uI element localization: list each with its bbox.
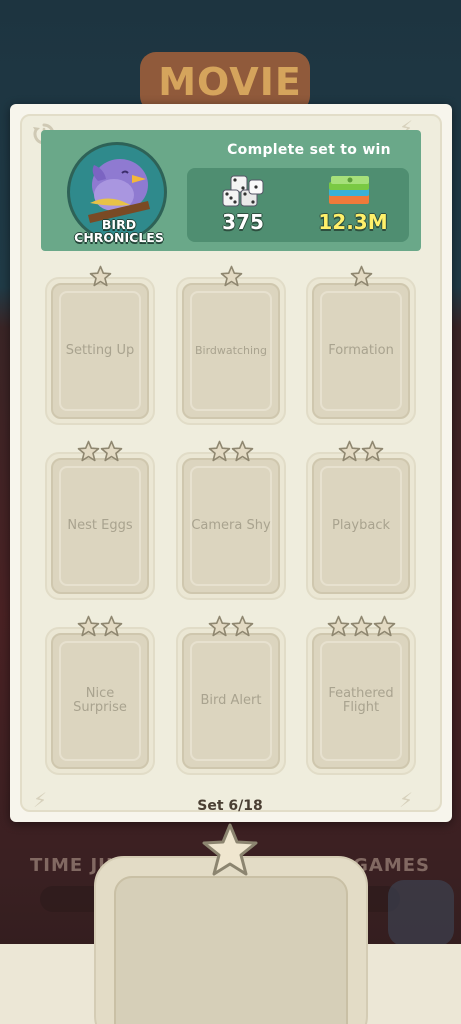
corner-ornament-icon: ⚡ (32, 788, 48, 812)
card-star-rating (45, 265, 155, 289)
star-icon (373, 615, 395, 637)
card-star-rating (306, 265, 416, 289)
reward-box: 375 12.3M (187, 168, 409, 242)
cash-reward-value: 12.3M (318, 210, 388, 234)
card-star-rating (176, 265, 286, 289)
star-icon (338, 440, 361, 462)
card-slot[interactable]: Nice Surprise (45, 615, 155, 775)
card-name: Setting Up (65, 343, 135, 358)
card-placeholder: Playback (312, 458, 410, 594)
card-name: Feathered Flight (328, 686, 394, 715)
star-icon (220, 265, 242, 287)
card-star-rating (45, 440, 155, 464)
album-name-line2: CHRONICLES (74, 230, 164, 245)
background-cube-icon (388, 880, 454, 946)
star-icon (89, 265, 111, 287)
card-slot[interactable]: Birdwatching (176, 265, 286, 425)
set-header: BIRD CHRONICLES Complete set to win 375 … (41, 130, 421, 251)
card-placeholder: Setting Up (51, 283, 149, 419)
card-name: Formation (328, 343, 394, 358)
star-icon (231, 440, 254, 462)
card-placeholder: Formation (312, 283, 410, 419)
dice-icon (222, 175, 264, 207)
set-progress-label: Set 6/18 (197, 798, 263, 814)
card-star-rating (176, 440, 286, 464)
star-icon (208, 440, 231, 462)
card-placeholder: Camera Shy (182, 458, 280, 594)
dice-reward-value: 375 (222, 210, 264, 234)
card-placeholder: Bird Alert (182, 633, 280, 769)
star-icon (350, 615, 372, 637)
star-icon (77, 615, 100, 637)
star-icon (361, 440, 384, 462)
card-name: Playback (331, 518, 390, 533)
star-icon (100, 440, 123, 462)
star-icon (208, 615, 231, 637)
card-slot[interactable]: Bird Alert (176, 615, 286, 775)
card-placeholder: Feathered Flight (312, 633, 410, 769)
album-name: BIRD CHRONICLES (67, 218, 171, 244)
card-placeholder: Nice Surprise (51, 633, 149, 769)
card-name: Camera Shy (191, 518, 271, 533)
card-slot[interactable]: Feathered Flight (306, 615, 416, 775)
star-icon (100, 615, 123, 637)
star-icon (202, 823, 258, 876)
star-icon (231, 615, 254, 637)
header-title: Complete set to win (227, 142, 391, 158)
card-star-rating (45, 615, 155, 639)
corner-ornament-icon: ⚡ (398, 788, 414, 812)
next-card-preview[interactable] (94, 856, 368, 1024)
card-star-rating (306, 440, 416, 464)
card-slot[interactable]: Camera Shy (176, 440, 286, 600)
cash-stack-icon (329, 176, 369, 204)
card-name: Nice Surprise (73, 686, 127, 715)
card-placeholder: Birdwatching (182, 283, 280, 419)
next-card-inner (114, 876, 348, 1024)
star-icon (327, 615, 349, 637)
card-name: Nest Eggs (67, 518, 133, 533)
star-icon (77, 440, 100, 462)
card-name: Birdwatching (195, 344, 267, 357)
card-slot[interactable]: Setting Up (45, 265, 155, 425)
card-slot[interactable]: Nest Eggs (45, 440, 155, 600)
card-slot[interactable]: Playback (306, 440, 416, 600)
card-star-rating (306, 615, 416, 639)
background-movie-title: MOVIE (158, 60, 302, 104)
card-placeholder: Nest Eggs (51, 458, 149, 594)
card-star-rating (176, 615, 286, 639)
card-name: Bird Alert (200, 693, 262, 708)
card-slot[interactable]: Formation (306, 265, 416, 425)
star-icon (350, 265, 372, 287)
